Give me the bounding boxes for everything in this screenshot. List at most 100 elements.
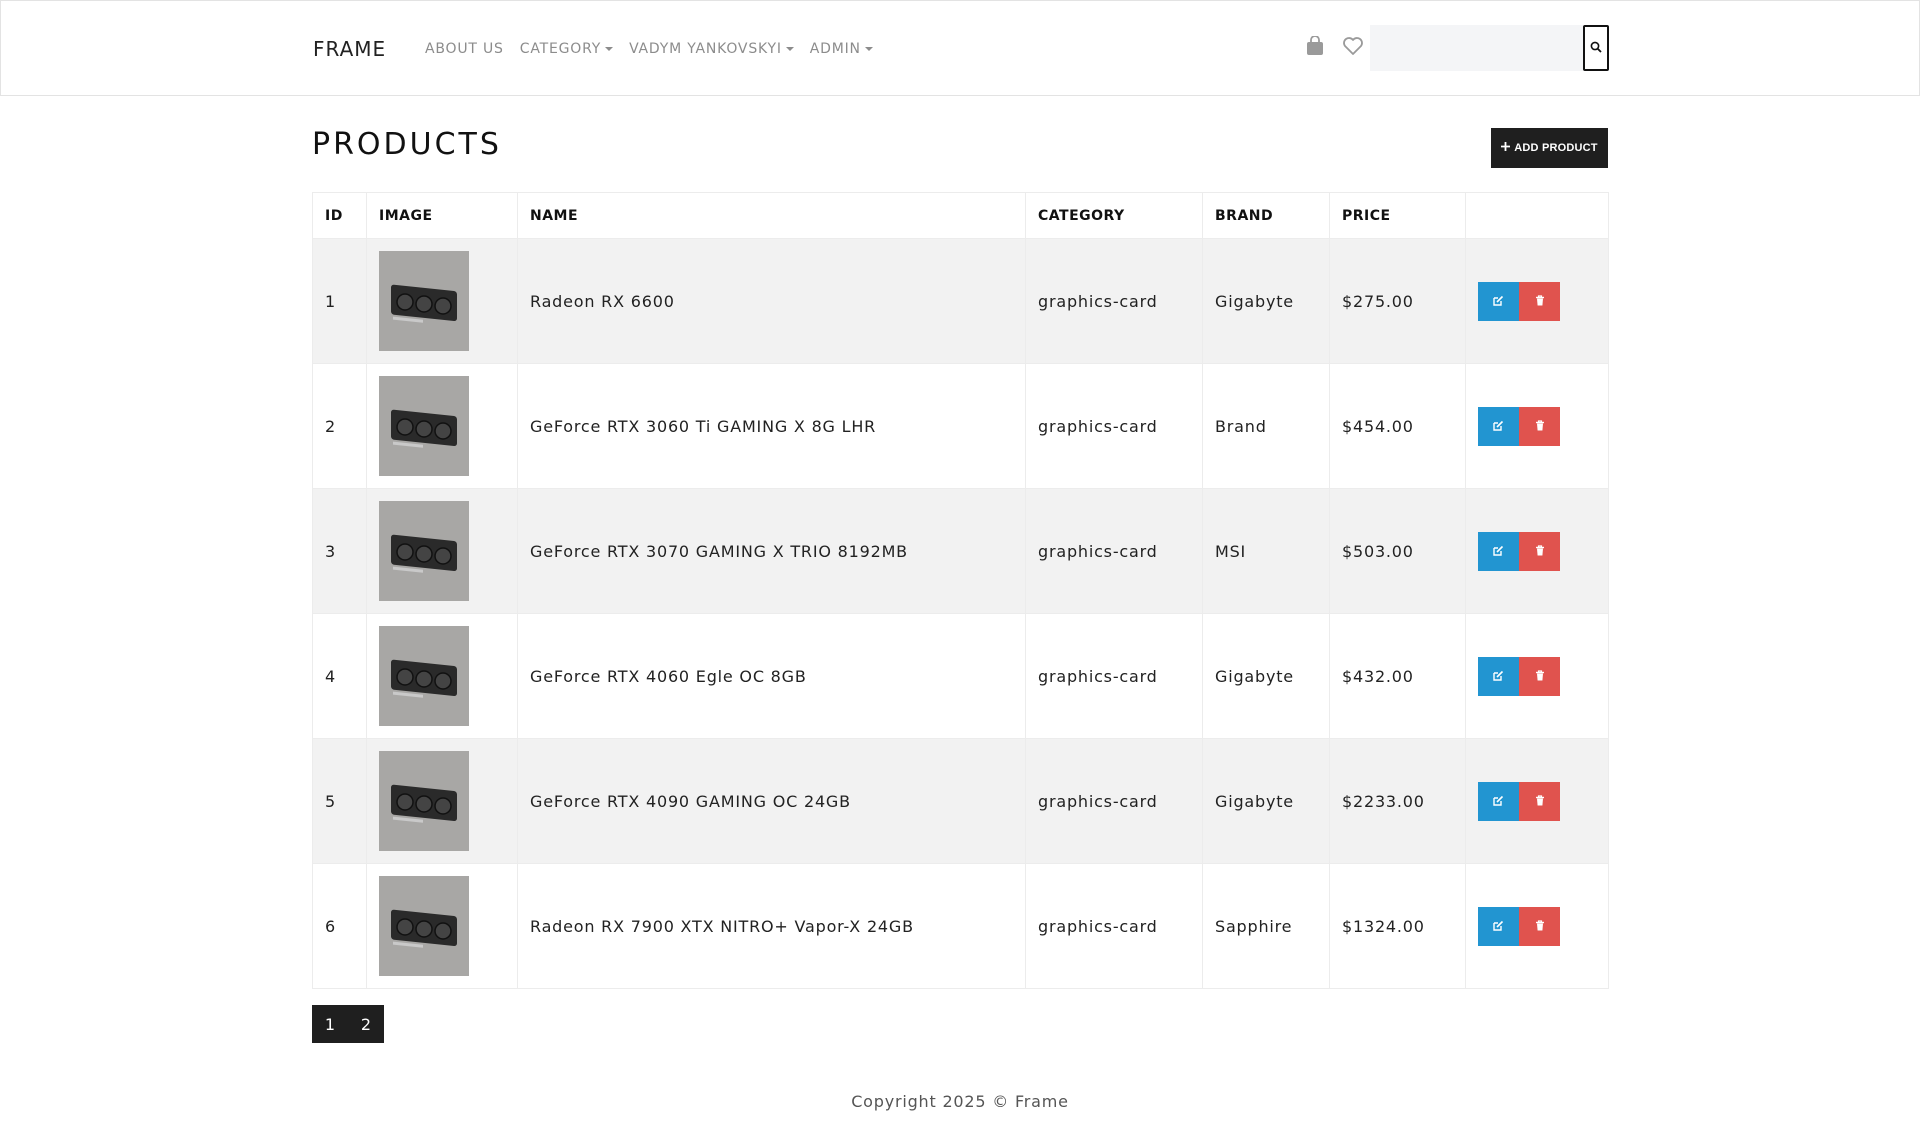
trash-icon xyxy=(1535,419,1545,434)
cell-brand: Sapphire xyxy=(1202,863,1330,989)
product-image xyxy=(379,501,469,601)
cell-brand: Gigabyte xyxy=(1202,613,1330,739)
table-row: 4 GeForce RTX 4060 Egle OC 8GB graphics-… xyxy=(312,613,1609,739)
header-category: CATEGORY xyxy=(1025,192,1203,239)
trash-icon xyxy=(1535,544,1545,559)
cell-actions xyxy=(1465,863,1609,989)
product-image xyxy=(379,376,469,476)
caret-down-icon xyxy=(785,47,794,51)
cell-name: GeForce RTX 4090 GAMING OC 24GB xyxy=(517,738,1026,864)
caret-down-icon xyxy=(864,47,873,51)
table-header-row: ID IMAGE NAME CATEGORY BRAND PRICE xyxy=(312,192,1609,239)
cell-price: $1324.00 xyxy=(1329,863,1466,989)
add-product-button[interactable]: ADD PRODUCT xyxy=(1491,128,1608,168)
shopping-bag-icon[interactable] xyxy=(1306,35,1324,60)
cell-image xyxy=(366,488,518,614)
cell-id: 5 xyxy=(312,738,367,864)
cell-id: 4 xyxy=(312,613,367,739)
delete-button[interactable] xyxy=(1519,656,1560,696)
cell-category: graphics-card xyxy=(1025,738,1203,864)
edit-button[interactable] xyxy=(1478,656,1519,696)
row-actions xyxy=(1478,406,1596,446)
search-bar xyxy=(1370,25,1609,71)
edit-button[interactable] xyxy=(1478,906,1519,946)
cell-id: 2 xyxy=(312,363,367,489)
cell-price: $2233.00 xyxy=(1329,738,1466,864)
product-image xyxy=(379,876,469,976)
search-icon xyxy=(1590,41,1602,56)
nav-dropdown-admin[interactable]: ADMIN xyxy=(810,41,873,57)
nav-dropdown-user[interactable]: VADYM YANKOVSKYI xyxy=(629,41,794,57)
cell-actions xyxy=(1465,738,1609,864)
delete-button[interactable] xyxy=(1519,281,1560,321)
cell-image xyxy=(366,238,518,364)
delete-button[interactable] xyxy=(1519,906,1560,946)
cell-price: $503.00 xyxy=(1329,488,1466,614)
search-button[interactable] xyxy=(1583,25,1609,71)
table-row: 5 GeForce RTX 4090 GAMING OC 24GB graphi… xyxy=(312,738,1609,864)
cell-category: graphics-card xyxy=(1025,613,1203,739)
nav-links: ABOUT US CATEGORY VADYM YANKOVSKYI ADMIN xyxy=(425,41,873,57)
products-table: ID IMAGE NAME CATEGORY BRAND PRICE 1 Rad… xyxy=(312,192,1609,989)
cell-name: GeForce RTX 3060 Ti GAMING X 8G LHR xyxy=(517,363,1026,489)
edit-icon xyxy=(1493,794,1504,809)
page-title: PRODUCTS xyxy=(312,127,502,162)
graphics-card-image xyxy=(391,909,457,948)
trash-icon xyxy=(1535,919,1545,934)
header-price: PRICE xyxy=(1329,192,1466,239)
edit-button[interactable] xyxy=(1478,406,1519,446)
caret-down-icon xyxy=(605,47,614,51)
graphics-card-image xyxy=(391,784,457,823)
cell-category: graphics-card xyxy=(1025,363,1203,489)
edit-icon xyxy=(1493,544,1504,559)
delete-button[interactable] xyxy=(1519,531,1560,571)
table-body: 1 Radeon RX 6600 graphics-card Gigabyte … xyxy=(312,238,1609,989)
brand-logo[interactable]: FRAME xyxy=(313,37,386,61)
cell-id: 1 xyxy=(312,238,367,364)
plus-icon xyxy=(1501,142,1511,154)
cell-price: $432.00 xyxy=(1329,613,1466,739)
page-link-2[interactable]: 2 xyxy=(348,1005,384,1043)
cell-brand: Gigabyte xyxy=(1202,738,1330,864)
nav-icons xyxy=(1306,35,1364,60)
row-actions xyxy=(1478,906,1596,946)
cell-image xyxy=(366,363,518,489)
cell-actions xyxy=(1465,363,1609,489)
cell-image xyxy=(366,863,518,989)
cell-name: Radeon RX 6600 xyxy=(517,238,1026,364)
cell-price: $454.00 xyxy=(1329,363,1466,489)
nav-link-about-us[interactable]: ABOUT US xyxy=(425,41,504,57)
navbar: FRAME ABOUT US CATEGORY VADYM YANKOVSKYI… xyxy=(0,0,1920,96)
cell-name: GeForce RTX 4060 Egle OC 8GB xyxy=(517,613,1026,739)
delete-button[interactable] xyxy=(1519,406,1560,446)
table-row: 3 GeForce RTX 3070 GAMING X TRIO 8192MB … xyxy=(312,488,1609,614)
cell-actions xyxy=(1465,488,1609,614)
edit-button[interactable] xyxy=(1478,281,1519,321)
add-product-label: ADD PRODUCT xyxy=(1514,142,1598,154)
cell-brand: MSI xyxy=(1202,488,1330,614)
cell-name: Radeon RX 7900 XTX NITRO+ Vapor-X 24GB xyxy=(517,863,1026,989)
cell-actions xyxy=(1465,613,1609,739)
cell-brand: Gigabyte xyxy=(1202,238,1330,364)
table-row: 1 Radeon RX 6600 graphics-card Gigabyte … xyxy=(312,238,1609,364)
heart-icon[interactable] xyxy=(1342,36,1364,60)
cell-id: 6 xyxy=(312,863,367,989)
row-actions xyxy=(1478,531,1596,571)
edit-icon xyxy=(1493,294,1504,309)
page-link-1[interactable]: 1 xyxy=(312,1005,348,1043)
search-input[interactable] xyxy=(1370,25,1583,71)
cell-id: 3 xyxy=(312,488,367,614)
graphics-card-image xyxy=(391,659,457,698)
nav-dropdown-category[interactable]: CATEGORY xyxy=(520,41,614,57)
delete-button[interactable] xyxy=(1519,781,1560,821)
cell-price: $275.00 xyxy=(1329,238,1466,364)
edit-button[interactable] xyxy=(1478,531,1519,571)
edit-button[interactable] xyxy=(1478,781,1519,821)
trash-icon xyxy=(1535,794,1545,809)
row-actions xyxy=(1478,281,1596,321)
trash-icon xyxy=(1535,294,1545,309)
header-brand: BRAND xyxy=(1202,192,1330,239)
pagination: 12 xyxy=(312,1005,384,1043)
graphics-card-image xyxy=(391,409,457,448)
header-name: NAME xyxy=(517,192,1026,239)
